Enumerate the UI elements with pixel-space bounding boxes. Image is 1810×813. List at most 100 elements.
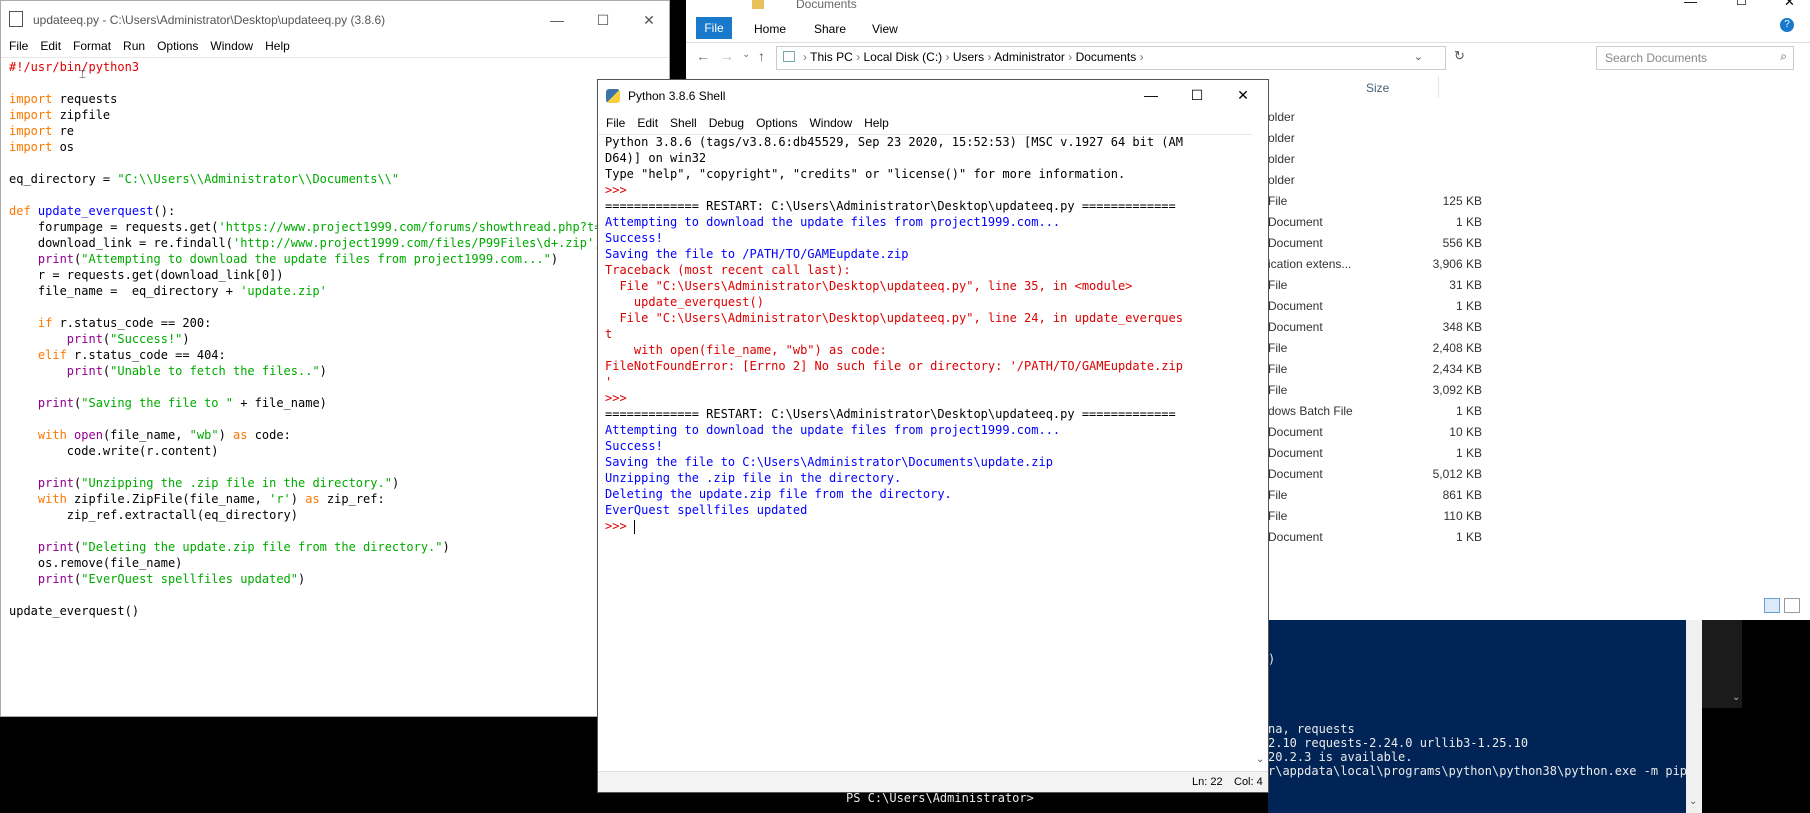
file-type: older: [1268, 152, 1295, 166]
ps-line-2: na, requests: [1268, 722, 1355, 736]
file-type: older: [1268, 131, 1295, 145]
search-icon: ⌕: [1780, 49, 1787, 63]
forward-icon[interactable]: →: [720, 48, 734, 64]
back-icon[interactable]: ←: [696, 48, 710, 64]
shell-menu-help[interactable]: Help: [858, 112, 895, 134]
breadcrumb-administrator[interactable]: Administrator: [994, 50, 1065, 64]
refresh-icon[interactable]: ↻: [1454, 48, 1465, 64]
file-size: 348 KB: [1442, 320, 1482, 334]
text-cursor-icon: ⌶: [79, 67, 87, 81]
shell-output[interactable]: Python 3.8.6 (tags/v3.8.6:db45529, Sep 2…: [605, 134, 1247, 752]
column-header-size[interactable]: Size: [1366, 81, 1389, 95]
ps-dark-panel: ⌄: [1702, 620, 1742, 708]
editor-window: updateeq.py - C:\Users\Administrator\Des…: [0, 0, 670, 717]
address-dropdown-icon[interactable]: ⌄: [1414, 50, 1423, 63]
file-type: File: [1268, 383, 1288, 397]
breadcrumb-local-disk[interactable]: Local Disk (C:): [863, 50, 942, 64]
file-type: Document: [1268, 299, 1323, 313]
explorer-close-button[interactable]: ✕: [1784, 0, 1795, 10]
shell-close-button[interactable]: ✕: [1220, 80, 1266, 110]
details-view-icon[interactable]: [1764, 598, 1780, 613]
editor-maximize-button[interactable]: ☐: [583, 5, 623, 35]
editor-minimize-button[interactable]: —: [537, 5, 577, 35]
ps-panel-scroll-icon[interactable]: ⌄: [1732, 692, 1740, 703]
editor-menu-window[interactable]: Window: [204, 35, 259, 57]
up-icon[interactable]: ↑: [758, 48, 765, 64]
ps-scroll-down-icon[interactable]: ⌄: [1689, 796, 1697, 807]
ribbon-tab-file[interactable]: File: [696, 17, 732, 39]
file-size: 10 KB: [1449, 425, 1482, 439]
shell-minimize-button[interactable]: —: [1128, 80, 1174, 110]
shell-menu-file[interactable]: File: [600, 112, 631, 134]
ribbon-tab-share[interactable]: Share: [814, 22, 846, 36]
explorer-title: Documents: [796, 0, 857, 11]
ps-line-1: ): [1268, 652, 1276, 666]
file-size: 1 KB: [1455, 299, 1482, 313]
file-type: File: [1268, 278, 1288, 292]
shell-titlebar: Python 3.8.6 Shell — ☐ ✕: [598, 80, 1268, 112]
ps-line-3: 2.10 requests-2.24.0 urllib3-1.25.10: [1268, 736, 1529, 750]
shell-statusbar: Ln: 22 Col: 4: [598, 771, 1268, 792]
editor-menu-file[interactable]: File: [3, 35, 34, 57]
file-size: 5,012 KB: [1432, 467, 1482, 481]
ribbon-tab-view[interactable]: View: [872, 22, 898, 36]
breadcrumb-this-pc[interactable]: This PC: [810, 50, 853, 64]
ps-line-5: r\appdata\local\programs\python\python38…: [1268, 764, 1702, 778]
editor-menu-format[interactable]: Format: [67, 35, 117, 57]
file-type: dows Batch File: [1268, 404, 1353, 418]
shell-menu-options[interactable]: Options: [750, 112, 803, 134]
file-type: Document: [1268, 425, 1323, 439]
ps-scrollbar[interactable]: ⌄: [1686, 620, 1702, 813]
file-type: ication extens...: [1268, 257, 1352, 271]
shell-menubar: File Edit Shell Debug Options Window Help: [598, 112, 1268, 135]
breadcrumb-documents[interactable]: Documents: [1076, 50, 1137, 64]
file-size: 556 KB: [1442, 236, 1482, 250]
file-size: 2,434 KB: [1432, 362, 1482, 376]
file-type: File: [1268, 488, 1288, 502]
ribbon: File Home Share View ?: [686, 14, 1810, 43]
file-size: 1 KB: [1455, 404, 1482, 418]
file-type: Document: [1268, 467, 1323, 481]
file-type: Document: [1268, 530, 1323, 544]
file-size: 110 KB: [1443, 509, 1482, 523]
file-size: 31 KB: [1449, 278, 1482, 292]
shell-menu-edit[interactable]: Edit: [631, 112, 664, 134]
editor-menubar: File Edit Format Run Options Window Help: [1, 35, 669, 58]
editor-close-button[interactable]: ✕: [629, 5, 669, 35]
breadcrumb: › This PC › Local Disk (C:) › Users › Ad…: [803, 50, 1144, 64]
recent-dropdown-icon[interactable]: ⌄: [742, 49, 750, 60]
editor-menu-run[interactable]: Run: [117, 35, 151, 57]
shell-scrollbar[interactable]: ⌄: [1252, 134, 1268, 769]
breadcrumb-users[interactable]: Users: [953, 50, 984, 64]
shell-scroll-down-icon[interactable]: ⌄: [1256, 754, 1264, 765]
file-size: 1 KB: [1455, 530, 1482, 544]
ribbon-tab-home[interactable]: Home: [754, 22, 786, 36]
column-divider: [1438, 76, 1439, 98]
shell-maximize-button[interactable]: ☐: [1174, 80, 1220, 110]
shell-menu-window[interactable]: Window: [803, 112, 858, 134]
explorer-maximize-button[interactable]: ☐: [1736, 0, 1747, 8]
address-row: ← → ⌄ ↑ › This PC › Local Disk (C:) › Us…: [686, 43, 1810, 73]
editor-menu-edit[interactable]: Edit: [34, 35, 67, 57]
shell-window: Python 3.8.6 Shell — ☐ ✕ File Edit Shell De…: [597, 79, 1269, 793]
address-bar[interactable]: › This PC › Local Disk (C:) › Users › Ad…: [776, 46, 1446, 70]
status-col: Col: 4: [1234, 776, 1263, 788]
help-icon[interactable]: ?: [1780, 18, 1794, 32]
file-size: 3,092 KB: [1432, 383, 1482, 397]
editor-menu-options[interactable]: Options: [151, 35, 204, 57]
shell-title: Python 3.8.6 Shell: [628, 89, 726, 103]
editor-menu-help[interactable]: Help: [259, 35, 296, 57]
shell-menu-shell[interactable]: Shell: [664, 112, 703, 134]
file-type: File: [1268, 194, 1288, 208]
file-type: File: [1268, 509, 1288, 523]
editor-code[interactable]: #!/usr/bin/python3 import requests impor…: [9, 59, 601, 699]
shell-menu-debug[interactable]: Debug: [703, 112, 750, 134]
search-box[interactable]: Search Documents ⌕: [1596, 46, 1794, 70]
pc-icon: [783, 51, 795, 62]
python-shell-icon: [606, 89, 620, 103]
editor-title: updateeq.py - C:\Users\Administrator\Des…: [33, 13, 386, 27]
file-size: 861 KB: [1442, 488, 1482, 502]
file-type: Document: [1268, 215, 1323, 229]
explorer-minimize-button[interactable]: —: [1684, 0, 1697, 9]
large-icons-view-icon[interactable]: [1784, 598, 1800, 613]
